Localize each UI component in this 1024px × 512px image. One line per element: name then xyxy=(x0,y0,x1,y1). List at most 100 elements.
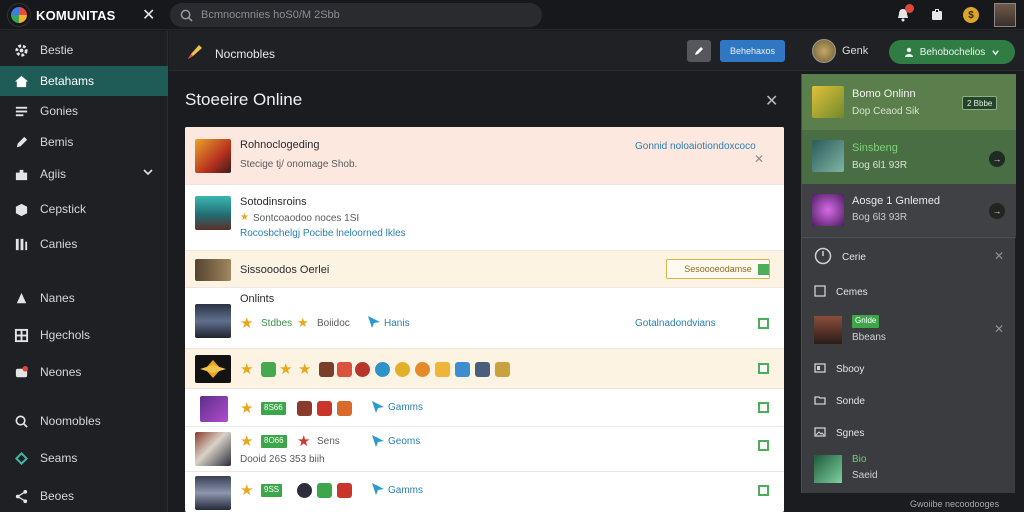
sidebar-item-7[interactable]: Canies xyxy=(0,229,168,259)
close-icon[interactable]: ✕ xyxy=(765,91,778,111)
star-icon: ★ xyxy=(297,433,311,450)
close-icon[interactable]: ✕ xyxy=(994,249,1004,263)
featured-card[interactable]: Bomo Onlinn Dop Ceaod Sik 2 Bbbe xyxy=(802,74,1016,130)
sidebar-item-12[interactable]: Seams xyxy=(0,443,168,473)
game-thumbnail xyxy=(195,304,231,338)
close-icon[interactable]: ✕ xyxy=(142,5,155,25)
notifications-icon[interactable] xyxy=(892,4,914,26)
sub-header: Nocmobles Behehaxos Genk Behobochelios xyxy=(169,31,1024,71)
panel-item-label: Sbooy xyxy=(836,363,865,375)
folder-icon xyxy=(814,395,826,408)
dropdown-button[interactable]: Behobochelios xyxy=(889,40,1015,64)
list-item[interactable]: ★ 8S66 Gamms xyxy=(185,389,784,427)
user-avatar[interactable] xyxy=(994,3,1016,27)
row-link-secondary[interactable]: Hanis xyxy=(384,318,410,329)
sidebar-item-13[interactable]: Beoes xyxy=(0,481,168,511)
row-subtitle: Dooid 26S 353 biih xyxy=(240,454,325,465)
list-item[interactable]: Sotodinsroins ★ Sontcoaodoo noces 1SI Ro… xyxy=(185,185,784,251)
row-checkbox[interactable] xyxy=(758,264,769,275)
featured-card[interactable]: Aosge 1 Gnlemed Bog 6l3 93R → xyxy=(802,184,1016,236)
item-title: Bio xyxy=(852,454,867,465)
avatar xyxy=(812,39,836,63)
row-action-button[interactable]: Sesoooeodamse xyxy=(666,259,770,279)
row-checkbox[interactable] xyxy=(758,402,769,413)
badge-icon xyxy=(455,362,470,377)
close-icon[interactable]: ✕ xyxy=(754,152,764,166)
row-link[interactable]: Gamms xyxy=(388,485,423,496)
panel-item[interactable]: Sgnes xyxy=(802,416,1016,450)
edit-button[interactable] xyxy=(687,40,711,62)
list-item[interactable]: Rohnoclogeding Stecige tj/ onomage Shob.… xyxy=(185,127,784,185)
panel-item[interactable]: Cemes xyxy=(802,275,1016,309)
sidebar-item-4[interactable]: Bemis xyxy=(0,127,168,157)
primary-button[interactable]: Behehaxos xyxy=(720,40,785,62)
box-icon[interactable] xyxy=(926,4,948,26)
brand[interactable]: KOMUNITAS xyxy=(8,4,116,26)
sidebar-item-5[interactable]: Agiis xyxy=(0,159,168,189)
sidebar-item-8[interactable]: Nanes xyxy=(0,283,168,313)
row-checkbox[interactable] xyxy=(758,485,769,496)
panel-item[interactable]: Sbooy xyxy=(802,352,1016,386)
search-input[interactable] xyxy=(201,9,521,21)
row-checkbox[interactable] xyxy=(758,318,769,329)
grid-icon xyxy=(12,235,30,253)
user-chip[interactable]: Genk xyxy=(812,39,868,63)
row-link[interactable]: Geoms xyxy=(388,436,420,447)
badge-icon xyxy=(395,362,410,377)
panel-item[interactable]: Sonde xyxy=(802,384,1016,418)
sidebar-item-label: Neones xyxy=(40,365,82,379)
panel-user-item[interactable]: Bio Saeid xyxy=(802,450,1016,488)
star-icon: ★ xyxy=(240,400,254,417)
row-link[interactable]: Gonnid noloaiotiondoxcoco xyxy=(635,141,756,152)
list-panel: Rohnoclogeding Stecige tj/ onomage Shob.… xyxy=(185,127,784,512)
list-item[interactable]: ★ ★ ★ xyxy=(185,349,784,389)
row-checkbox[interactable] xyxy=(758,440,769,451)
star-icon: ★ xyxy=(240,315,254,332)
sidebar-item-10[interactable]: Neones xyxy=(0,357,168,387)
arrow-right-icon[interactable]: → xyxy=(989,203,1005,219)
row-link[interactable]: Gotalnadondvians xyxy=(635,318,716,329)
coins-icon[interactable]: $ xyxy=(960,4,982,26)
panel-item-label: Cemes xyxy=(836,286,868,298)
home-icon xyxy=(12,72,30,90)
row-link[interactable]: Rocosbchelgj Pocibe lneloorned lkles xyxy=(240,228,406,239)
main-title: Stoeeire Online xyxy=(185,90,303,109)
close-icon[interactable]: ✕ xyxy=(994,322,1004,336)
panel-user-item[interactable]: Gnlde Bbeans ✕ xyxy=(802,310,1016,350)
item-subtitle: Saeid xyxy=(852,470,878,481)
gear-icon xyxy=(12,41,30,59)
arrow-icon xyxy=(371,400,385,419)
sidebar-item-3[interactable]: Gonies xyxy=(0,96,168,126)
featured-card[interactable]: Sinsbeng Bog 6l1 93R → xyxy=(802,130,1016,184)
sidebar-item-2[interactable]: Betahams xyxy=(0,66,168,96)
star-icon: ★ xyxy=(240,433,254,450)
search-bar[interactable] xyxy=(170,3,542,27)
avatar xyxy=(814,316,842,344)
card-subtitle: Bog 6l1 93R xyxy=(852,160,908,171)
sidebar-item-11[interactable]: Noomobles xyxy=(0,406,168,436)
list-item[interactable]: Sissooodos Oerlei Sesoooeodamse xyxy=(185,251,784,288)
row-link[interactable]: Gamms xyxy=(388,402,423,413)
row-checkbox[interactable] xyxy=(758,363,769,374)
sidebar-item-6[interactable]: Cepstick xyxy=(0,194,168,224)
list-item[interactable]: ★ 9SS Gamms xyxy=(185,472,784,512)
list-item[interactable]: Onlints ★ Stdbes ★ Boiidoc Hanis Gotalna… xyxy=(185,288,784,349)
app-name: KOMUNITAS xyxy=(36,7,116,23)
sidebar-item-9[interactable]: Hgechols xyxy=(0,320,168,350)
arrow-right-icon[interactable]: → xyxy=(989,151,1005,167)
puzzle-icon xyxy=(12,165,30,183)
divider xyxy=(802,237,1016,238)
star-icon: ★ xyxy=(279,361,293,378)
sidebar-item-label: Bestie xyxy=(40,43,74,57)
card-button[interactable]: 2 Bbbe xyxy=(962,96,998,110)
panel-item[interactable]: Cerie ✕ xyxy=(802,240,1016,274)
game-thumbnail xyxy=(200,396,228,422)
row-tag: Boiidoc xyxy=(317,318,350,329)
star-icon: ★ xyxy=(298,361,312,378)
table-icon xyxy=(12,326,30,344)
chevron-down-icon[interactable] xyxy=(142,166,154,181)
game-thumbnail xyxy=(195,196,231,230)
sidebar-item-1[interactable]: Bestie xyxy=(0,35,168,65)
list-item[interactable]: ★ 8O66 ★ Sens Geoms Dooid 26S 353 biih xyxy=(185,427,784,472)
person-icon xyxy=(904,47,913,57)
